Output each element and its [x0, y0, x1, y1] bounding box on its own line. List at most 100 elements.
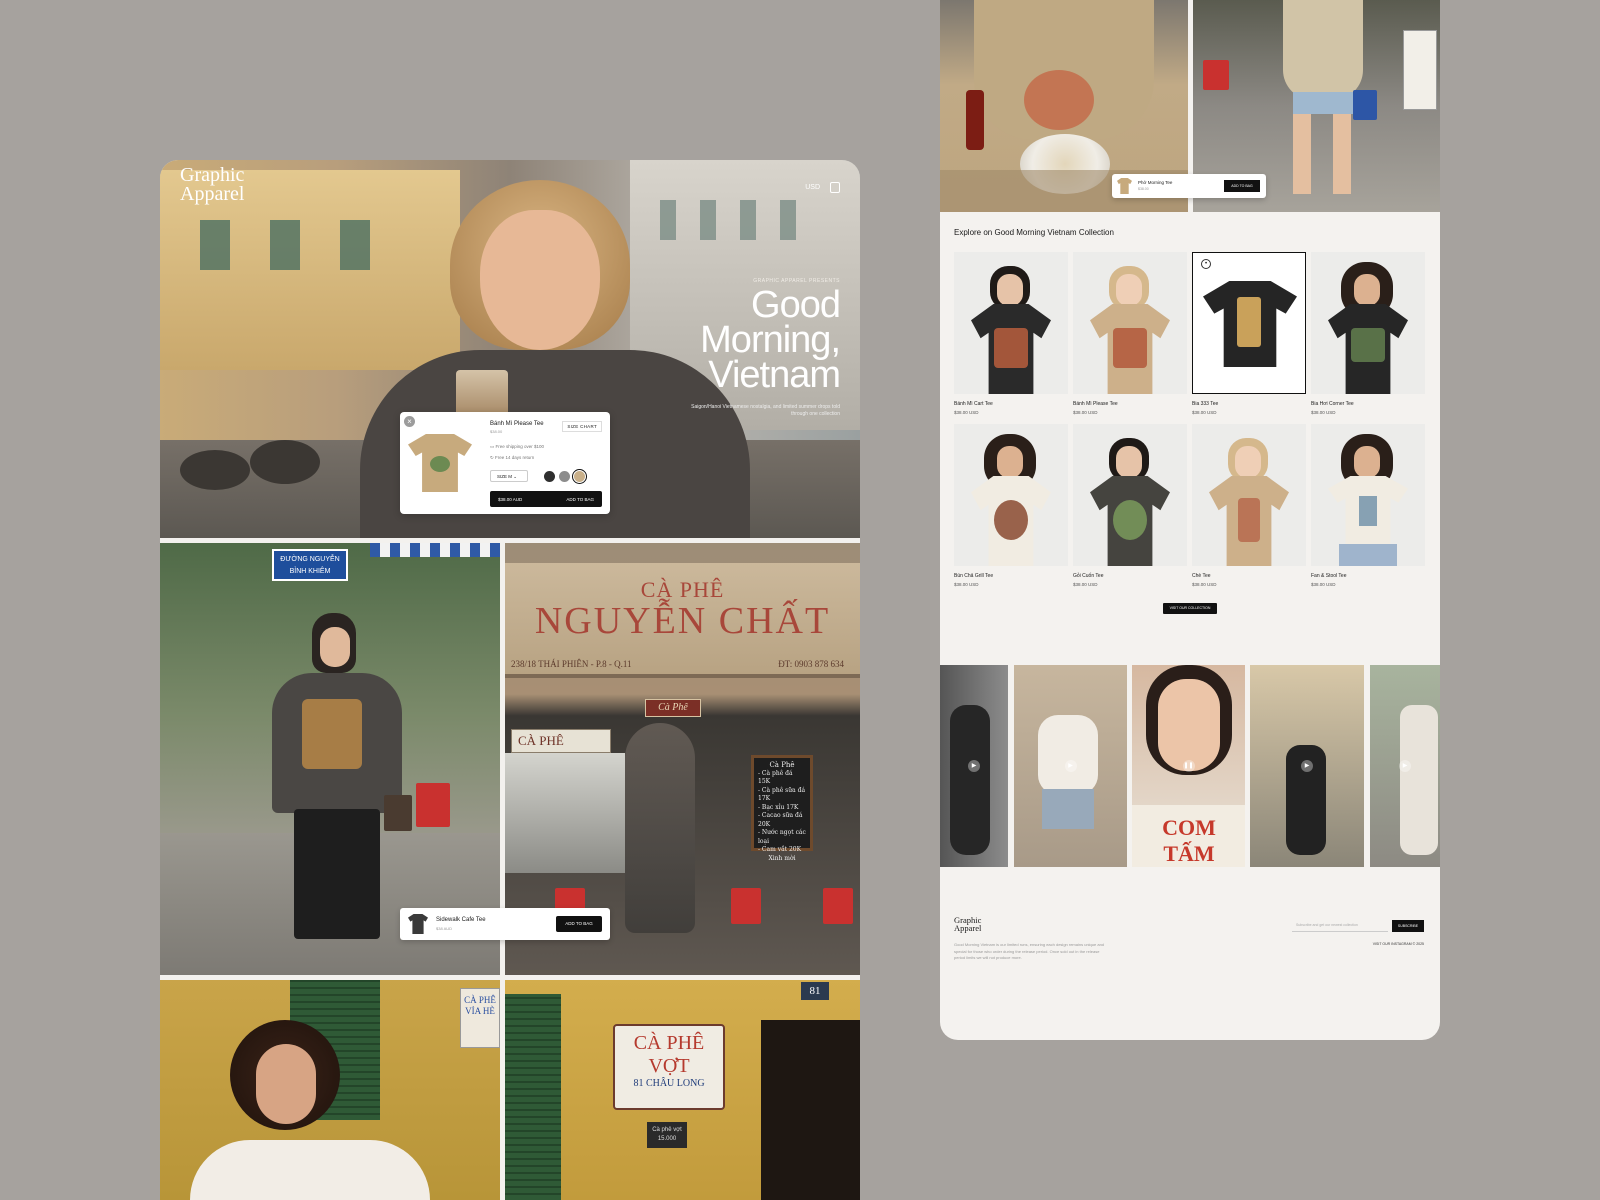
play-icon[interactable]: ▶ [1399, 760, 1411, 772]
pause-icon[interactable]: ❚❚ [1182, 760, 1195, 772]
add-to-bag-button[interactable]: ADD TO BAG [1224, 180, 1260, 192]
tee-thumbnail [408, 434, 472, 492]
product-name: Bánh Mì Please Tee [490, 421, 544, 427]
product-price: $38.00 USD [1311, 410, 1336, 415]
product-card-selected[interactable]: • Bia 333 Tee $38.00 USD [1192, 252, 1306, 415]
brand-line: Apparel [954, 923, 982, 933]
product-card[interactable]: Gỏi Cuốn Tee $38.00 USD [1073, 424, 1187, 587]
product-image [954, 252, 1068, 394]
menu-line: - Cacao sữa đá 20K [758, 812, 803, 828]
tee-thumbnail [1117, 178, 1132, 194]
product-name: Bún Chả Grill Tee [954, 573, 994, 579]
awning [370, 543, 500, 557]
product-card[interactable]: Fan & Stool Tee $38.00 USD [1311, 424, 1425, 587]
subscribe-input[interactable]: Subscribe and get our newest collection [1292, 920, 1388, 932]
menu-sign [1403, 30, 1437, 110]
product-price: $38.00 [490, 429, 503, 434]
product-card[interactable]: Bánh Mì Cart Tee $38.00 USD [954, 252, 1068, 415]
add-to-bag-button[interactable]: ADD TO BAG [556, 916, 602, 932]
quick-view-icon[interactable]: • [1201, 259, 1211, 269]
quick-view-card: × Bánh Mì Please Tee $38.00 SIZE CHART ▭… [400, 412, 610, 514]
product-image [954, 424, 1068, 566]
currency-selector[interactable]: USD [805, 184, 820, 191]
color-swatch[interactable] [572, 469, 587, 484]
section-title: Explore on Good Morning Vietnam Collecti… [954, 228, 1114, 237]
footer-logo[interactable]: Graphic Apparel [954, 916, 982, 933]
visit-collection-button[interactable]: VISIT OUR COLLECTION [1163, 603, 1217, 614]
model-face [256, 1044, 316, 1124]
video-thumbnail[interactable]: ▶ [1370, 665, 1440, 867]
product-price: $38 AUD [436, 926, 453, 931]
side-sign: CÀ PHÊ VỈA HÈ [460, 988, 500, 1048]
doorway [761, 1020, 860, 1200]
product-image: • [1192, 252, 1306, 394]
menu-line: Xinh mời [768, 854, 796, 862]
product-price: $38.00 USD [1311, 582, 1336, 587]
tee-thumbnail [408, 914, 428, 934]
product-price: $38.00 [1138, 187, 1149, 191]
product-card[interactable]: Bún Chả Grill Tee $38.00 USD [954, 424, 1068, 587]
product-card[interactable]: Bia Hơi Corner Tee $38.00 USD [1311, 252, 1425, 415]
size-select[interactable]: SIZE M ⌄ [490, 470, 528, 482]
product-name: Bánh Mì Please Tee [1073, 401, 1118, 407]
product-name: Fan & Stool Tee [1311, 573, 1347, 579]
video-thumbnail[interactable]: ▶ [940, 665, 1008, 867]
add-to-bag-button[interactable]: $38.00 AUD ADD TO BAG [490, 491, 602, 507]
product-name: Phở Morning Tee [1138, 180, 1173, 185]
brand-logo[interactable]: Graphic Apparel [180, 165, 244, 204]
play-icon[interactable]: ▶ [1301, 760, 1313, 772]
hero-photo: Graphic Apparel USD GRAPHIC APPAREL PRES… [160, 160, 860, 538]
hero-title-line: Good [751, 284, 841, 326]
sign-line: 81 CHÂU LONG [633, 1078, 705, 1089]
return-note: ↻ Free 14 days return [490, 455, 535, 460]
menu-board: Cà Phê - Cà phê đá 15K - Cà phê sữa đá 1… [751, 755, 813, 862]
cafe-vot-sign: CÀ PHÊ VỢT 81 CHÂU LONG [613, 1024, 725, 1110]
video-thumbnail[interactable]: ▶ [1014, 665, 1127, 867]
product-name: Bia 333 Tee [1192, 401, 1219, 407]
sign-line: CÀ PHÊ [633, 1032, 705, 1054]
collection-page-preview: Phở Morning Tee $38.00 ADD TO BAG Explor… [940, 0, 1440, 1040]
hero-title: Good Morning, Vietnam [700, 284, 841, 396]
product-card[interactable]: Bánh Mì Please Tee $38.00 USD [1073, 252, 1187, 415]
bag-icon[interactable] [830, 182, 840, 193]
product-name: Chè Tee [1192, 573, 1211, 579]
close-icon[interactable]: × [404, 416, 415, 427]
hero-description: Saigon/Hanoi Vietnamese nostalgia, and l… [691, 404, 840, 417]
product-image [1192, 424, 1306, 566]
play-icon[interactable]: ▶ [1064, 760, 1077, 772]
color-swatch[interactable] [544, 471, 555, 482]
menu-line: - Cà phê sữa đá 17K [758, 786, 806, 803]
product-name: Gỏi Cuốn Tee [1073, 573, 1104, 579]
side-sign-line: VỈA HÈ [465, 1006, 495, 1016]
cart-sign: CÀ PHÊ [511, 729, 611, 753]
color-swatch[interactable] [559, 471, 570, 482]
model-face [480, 210, 600, 350]
hero-title-line: Vietnam [708, 354, 841, 396]
video-thumbnail[interactable]: COM TẤM ❚❚ [1132, 665, 1245, 867]
play-icon[interactable]: ▶ [968, 760, 980, 772]
sticky-product-bar: Sidewalk Cafe Tee $38 AUD ADD TO BAG [400, 908, 610, 940]
shirt-graphic-text: COM TẤM [1162, 815, 1216, 866]
sticky-product-bar: Phở Morning Tee $38.00 ADD TO BAG [1112, 174, 1266, 198]
product-image [1073, 424, 1187, 566]
product-name: Sidewalk Cafe Tee [436, 917, 486, 923]
model-shirt [190, 1140, 430, 1200]
chevron-down-icon: ⌄ [513, 474, 518, 479]
product-price: $38.00 USD [1192, 410, 1217, 415]
model [272, 613, 402, 943]
product-image [1311, 424, 1425, 566]
product-name: Bánh Mì Cart Tee [954, 401, 993, 407]
menu-line: - Bạc xỉu 17K [758, 803, 799, 811]
product-name: Bia Hơi Corner Tee [1311, 401, 1354, 407]
size-chart-button[interactable]: SIZE CHART [562, 421, 602, 432]
product-card[interactable]: Chè Tee $38.00 USD [1192, 424, 1306, 587]
cafe-vot-photo: 81 CÀ PHÊ VỢT 81 CHÂU LONG Cà phê vợt 15… [505, 980, 860, 1200]
video-thumbnail[interactable]: ▶ [1250, 665, 1364, 867]
menu-line: - Nước ngọt các loại [758, 829, 806, 845]
product-image [1073, 252, 1187, 394]
subscribe-button[interactable]: SUBSCRIBE [1392, 920, 1424, 932]
product-image [1311, 252, 1425, 394]
model-shorts [1293, 92, 1353, 114]
menu-line: - Cà phê đá 15K [758, 769, 793, 786]
footer-links[interactable]: VISIT OUR INSTAGRAM © 2025 [1373, 942, 1424, 946]
